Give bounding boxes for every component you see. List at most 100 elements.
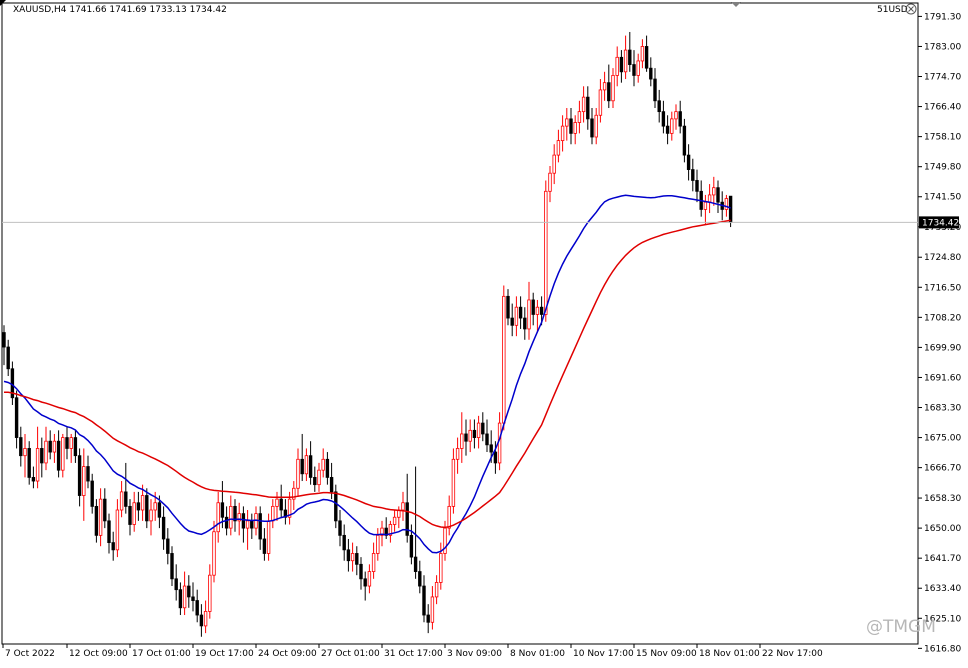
candle-body — [350, 553, 355, 562]
candle-body — [523, 317, 527, 330]
price-tick-label: 1766.40 — [924, 103, 961, 113]
candle-body — [531, 299, 535, 315]
candle-body — [250, 520, 254, 529]
candle-body — [712, 187, 716, 196]
candle-body — [271, 505, 275, 522]
price-tick-label: 1716.50 — [924, 283, 961, 293]
time-tick-label: 31 Oct 17:00 — [384, 649, 443, 659]
candle-body — [208, 574, 212, 612]
candle-body — [468, 429, 472, 442]
balance-label: 51USD — [877, 5, 908, 15]
price-tick-label: 1691.60 — [924, 373, 961, 383]
candle-body — [300, 458, 304, 475]
chart-canvas[interactable]: 1791.30 1783.00 1774.70 1766.40 1758.10 1749.… — [0, 0, 968, 664]
candle-body — [695, 180, 699, 192]
candle-body — [573, 122, 577, 134]
candle-body — [548, 172, 552, 192]
candle-body — [86, 466, 90, 482]
candle-body — [590, 118, 594, 138]
candle-body — [376, 534, 380, 554]
candle-body — [409, 534, 414, 558]
watermark: @TMGM — [866, 617, 936, 637]
candle-body — [434, 582, 439, 598]
candle-body — [455, 448, 460, 460]
price-tick-label: 1708.20 — [924, 313, 961, 323]
candle-body — [430, 596, 435, 623]
candle-body — [153, 502, 157, 511]
candle-body — [363, 578, 367, 587]
candle-body — [77, 455, 82, 496]
candle-body — [565, 118, 569, 127]
candle-body — [279, 498, 283, 511]
candle-body — [178, 589, 183, 609]
candle-body — [581, 96, 586, 113]
candle-body — [615, 56, 619, 76]
candle-body — [119, 491, 124, 511]
candle-body — [166, 538, 170, 554]
time-tick-label: 10 Nov 17:00 — [573, 649, 634, 659]
price-tick-label: 1675.00 — [924, 434, 961, 444]
candle-body — [245, 520, 250, 529]
price-chart[interactable]: 1791.30 1783.00 1774.70 1766.40 1758.10 1749.… — [0, 0, 968, 664]
candle-body — [182, 585, 187, 609]
candle-body — [665, 125, 670, 134]
time-tick-label: 7 Oct 2022 — [5, 649, 55, 659]
candle-body — [653, 78, 657, 102]
candle-body — [640, 46, 645, 62]
candle-body — [661, 111, 666, 127]
candle-body — [678, 111, 682, 127]
candle-body — [493, 451, 498, 464]
candle-body — [598, 89, 603, 116]
candle-body — [82, 466, 86, 496]
candle-body — [670, 118, 674, 134]
candle-body — [716, 187, 720, 203]
price-tick-label: 1683.30 — [924, 404, 961, 414]
candle-body — [451, 458, 456, 507]
candle-body — [506, 295, 510, 319]
candle-body — [623, 49, 628, 73]
candle-body — [73, 437, 78, 457]
candle-body — [212, 531, 216, 576]
candle-body — [510, 317, 514, 326]
candle-body — [481, 422, 485, 435]
price-tick-label: 1724.80 — [924, 253, 961, 263]
candle-body — [40, 448, 44, 464]
candle-body — [216, 502, 220, 533]
candle-body — [728, 195, 733, 223]
candle-body — [535, 306, 540, 315]
candle-body — [52, 440, 57, 453]
candle-body — [413, 556, 418, 572]
bull-candle — [544, 180, 548, 322]
candle-body — [229, 505, 233, 529]
candle-body — [199, 614, 204, 627]
candle-body — [703, 201, 708, 210]
candle-body — [464, 433, 468, 442]
candle-body — [23, 448, 27, 457]
candle-body — [476, 422, 481, 438]
candle-body — [367, 571, 372, 587]
time-tick-label: 19 Oct 17:00 — [195, 649, 254, 659]
candle-body — [707, 194, 712, 203]
candle-body — [619, 56, 624, 73]
candle-body — [472, 429, 477, 438]
candle-body — [586, 96, 590, 120]
candle-body — [275, 498, 279, 507]
candle-body — [203, 611, 208, 627]
candle-body — [577, 111, 582, 123]
candle-body — [220, 502, 225, 518]
candle-body — [317, 469, 321, 486]
candle-body — [132, 502, 136, 525]
candle-body — [44, 440, 48, 464]
candle-body — [313, 477, 317, 486]
candle-body — [161, 516, 166, 540]
candle-body — [241, 513, 246, 529]
candle-body — [140, 495, 145, 511]
bull-candle — [502, 285, 506, 431]
candle-body — [90, 480, 94, 507]
candle-body — [27, 448, 31, 478]
candle-body — [371, 553, 376, 572]
candle-body — [111, 542, 115, 551]
candle-body — [56, 440, 61, 471]
candle-body — [124, 491, 128, 507]
candle-body — [682, 125, 687, 156]
